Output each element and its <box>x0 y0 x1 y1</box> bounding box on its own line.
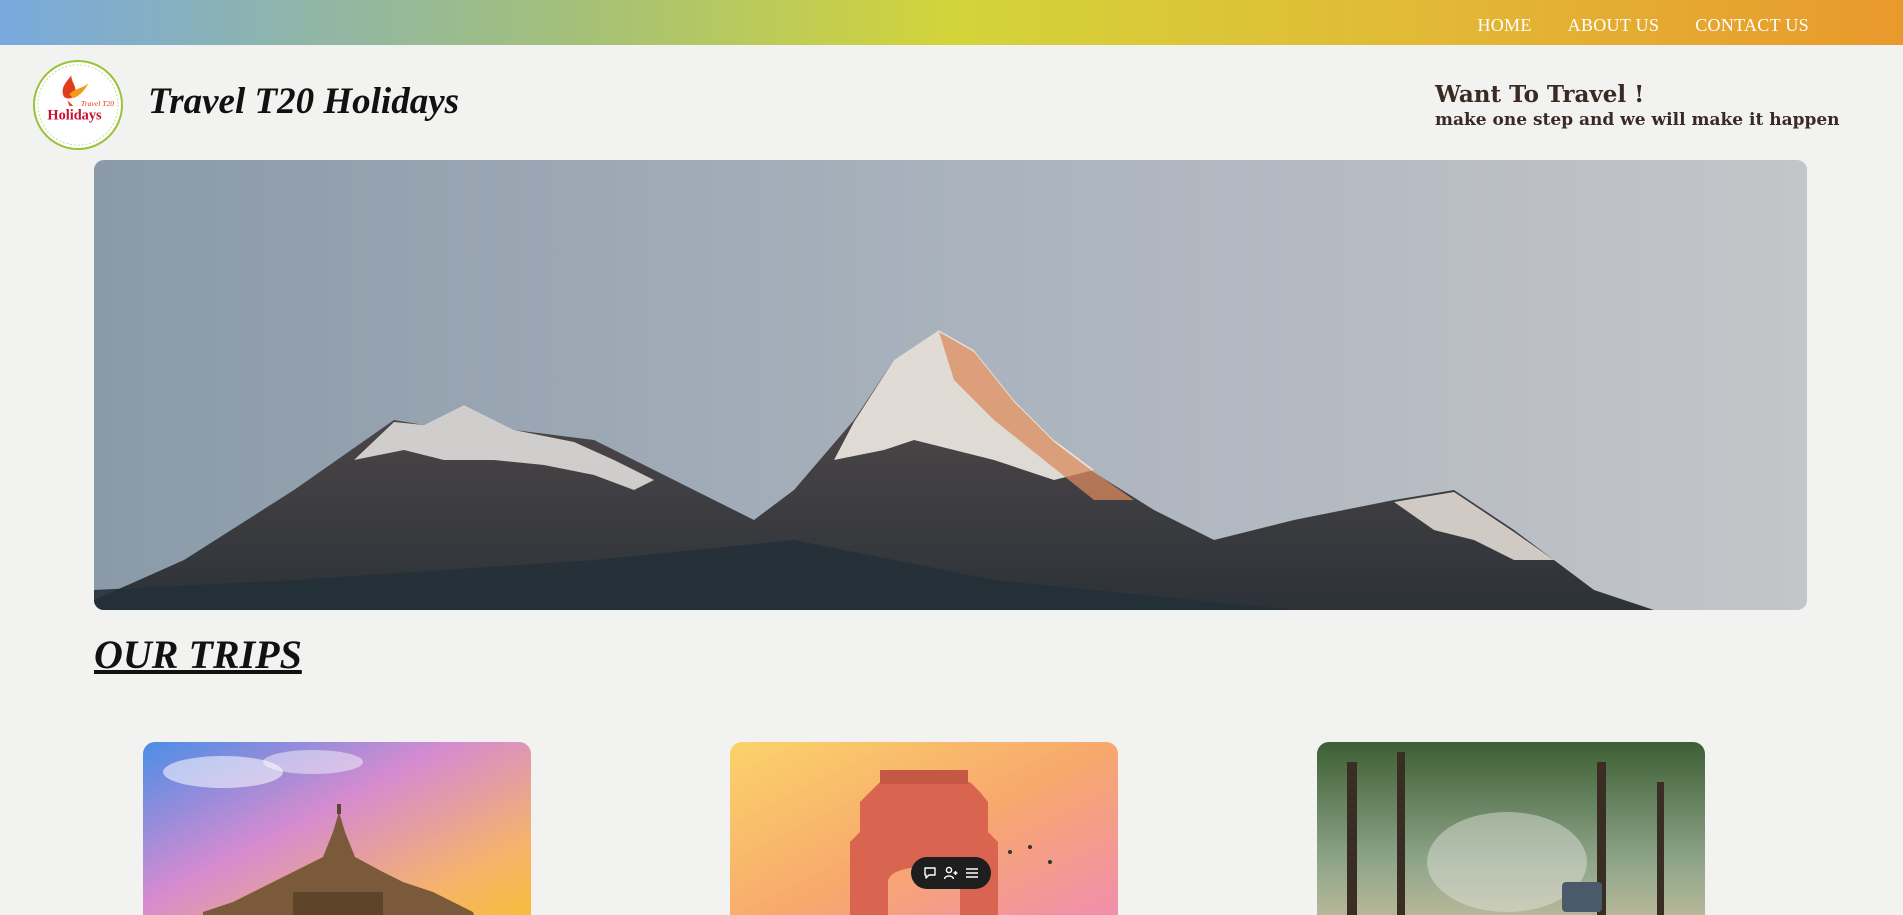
nav-about-us-link[interactable]: ABOUT US <box>1568 15 1660 36</box>
add-user-icon[interactable] <box>943 865 959 881</box>
menu-icon[interactable] <box>964 865 980 881</box>
trip-card-temple[interactable] <box>143 742 531 915</box>
main-nav: HOME ABOUT US CONTACT US <box>1477 15 1809 36</box>
nav-contact-us-link[interactable]: CONTACT US <box>1695 15 1809 36</box>
tagline-subtitle: make one step and we will make it happen <box>1435 110 1840 130</box>
logo-text: Holidays <box>47 107 102 123</box>
hero-banner-image <box>94 160 1807 610</box>
top-nav-bar: HOME ABOUT US CONTACT US <box>0 0 1903 45</box>
tagline: Want To Travel ! make one step and we wi… <box>1435 81 1840 131</box>
forest-safari-photo <box>1317 742 1705 915</box>
our-trips-heading: OUR TRIPS <box>94 632 302 677</box>
floating-toolbar <box>911 857 991 889</box>
site-title: Travel T20 Holidays <box>148 81 460 122</box>
nav-home-link[interactable]: HOME <box>1477 15 1531 36</box>
trip-card-india-gate[interactable] <box>730 742 1118 915</box>
trip-card-forest-safari[interactable] <box>1317 742 1705 915</box>
comment-icon[interactable] <box>922 865 938 881</box>
site-logo[interactable]: Travel T20 Holidays <box>33 60 123 150</box>
india-gate-photo <box>730 742 1118 915</box>
tagline-title: Want To Travel ! <box>1435 81 1645 108</box>
temple-photo <box>143 742 531 915</box>
